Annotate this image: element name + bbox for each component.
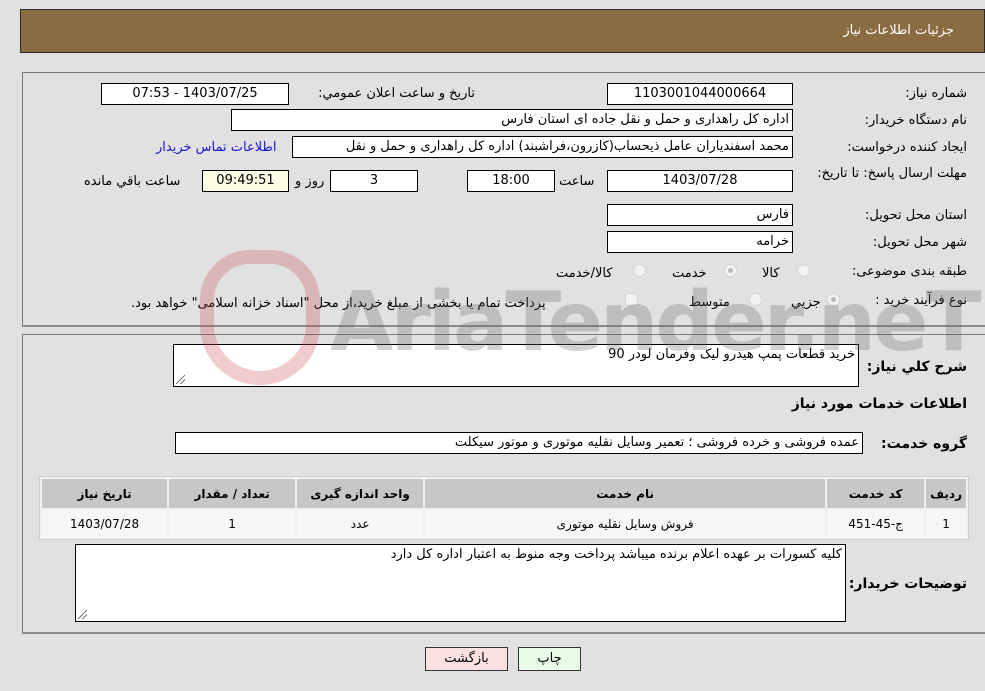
col-header-row-number: رديف: [926, 479, 966, 508]
deadline-time-field: 18:00: [467, 170, 555, 192]
process-radio-medium[interactable]: [749, 293, 762, 306]
days-label: روز و: [295, 174, 325, 189]
cell-row-number: 1: [926, 510, 966, 537]
print-button[interactable]: چاپ: [518, 647, 581, 671]
col-header-quantity: تعداد / مقدار: [169, 479, 296, 508]
category-option-goods-service: کالا/خدمت: [556, 266, 613, 281]
col-header-unit: واحد اندازه گيری: [297, 479, 424, 508]
page-title: جزئيات اطلاعات نياز: [843, 23, 954, 38]
col-header-service-name: نام خدمت: [425, 479, 826, 508]
remaining-time-label: ساعت باقي مانده: [84, 174, 181, 189]
buyer-contact-link[interactable]: اطلاعات تماس خريدار: [156, 140, 276, 155]
service-group-field: عمده فروشی و خرده فروشی ؛ تعمير وسايل نق…: [175, 432, 863, 454]
buyer-org-field: اداره کل راهداری و حمل و نقل جاده ای است…: [231, 109, 793, 131]
resize-grip-icon[interactable]: [176, 375, 185, 384]
description-label: شرح کلي نياز:: [866, 359, 967, 375]
province-label: استان محل تحويل:: [865, 208, 967, 223]
buyer-notes-textarea[interactable]: کليه کسورات بر عهده اعلام برنده ميباشد پ…: [75, 544, 846, 622]
col-header-need-date: تاريخ نياز: [42, 479, 168, 508]
treasury-note: پرداخت تمام يا بخشی از مبلغ خريد،از محل …: [131, 296, 546, 311]
announce-label: تاريخ و ساعت اعلان عمومي:: [318, 86, 475, 101]
buyer-org-label: نام دستگاه خريدار:: [864, 113, 967, 128]
city-field: خرامه: [607, 231, 793, 253]
page-header: جزئيات اطلاعات نياز: [20, 9, 985, 53]
back-button[interactable]: بازگشت: [425, 647, 508, 671]
deadline-label: مهلت ارسال پاسخ: تا تاريخ:: [817, 166, 967, 181]
remaining-time-field: 09:49:51: [202, 170, 289, 192]
city-label: شهر محل تحويل:: [872, 235, 967, 250]
creator-field: محمد اسفندياران عامل ذيحساب(کازرون،فراشب…: [292, 136, 793, 158]
category-radio-service[interactable]: [724, 264, 737, 277]
deadline-time-label: ساعت: [559, 174, 595, 189]
description-textarea[interactable]: خريد قطعات پمپ هيدرو ليک وفرمان لودر 90: [173, 344, 859, 387]
buyer-notes-text: کليه کسورات بر عهده اعلام برنده ميباشد پ…: [390, 547, 842, 562]
creator-label: ايجاد کننده درخواست:: [847, 140, 967, 155]
cell-need-date: 1403/07/28: [42, 510, 168, 537]
resize-grip-icon[interactable]: [78, 610, 87, 619]
table-header-row: رديف کد خدمت نام خدمت واحد اندازه گيری ت…: [42, 479, 966, 508]
process-option-minor: جزيي: [791, 295, 821, 310]
announce-datetime-field: 1403/07/25 - 07:53: [101, 83, 289, 105]
need-number-field: 1103001044000664: [607, 83, 793, 105]
cell-unit: عدد: [297, 510, 424, 537]
cell-service-code: ج-45-451: [827, 510, 925, 537]
category-radio-goods-service[interactable]: [633, 264, 646, 277]
category-option-service: خدمت: [672, 266, 707, 281]
category-option-goods: کالا: [762, 266, 780, 281]
col-header-service-code: کد خدمت: [827, 479, 925, 508]
description-text: خريد قطعات پمپ هيدرو ليک وفرمان لودر 90: [608, 347, 855, 362]
need-number-label: شماره نیاز:: [905, 86, 967, 101]
services-section-title: اطلاعات خدمات مورد نياز: [791, 396, 967, 412]
days-remaining-field: 3: [330, 170, 418, 192]
cell-service-name: فروش وسايل نقليه موتوری: [425, 510, 826, 537]
province-field: فارس: [607, 204, 793, 226]
service-group-label: گروه خدمت:: [881, 436, 967, 452]
process-option-medium: متوسط: [689, 295, 730, 310]
process-radio-minor[interactable]: [827, 293, 840, 306]
cell-quantity: 1: [169, 510, 296, 537]
treasury-checkbox[interactable]: [625, 293, 638, 306]
table-row: 1 ج-45-451 فروش وسايل نقليه موتوری عدد 1…: [42, 510, 966, 537]
process-type-label: نوع فرآيند خريد :: [875, 293, 967, 308]
category-radio-goods[interactable]: [797, 264, 810, 277]
services-table: رديف کد خدمت نام خدمت واحد اندازه گيری ت…: [39, 476, 969, 540]
deadline-date-field: 1403/07/28: [607, 170, 793, 192]
buyer-notes-label: توضيحات خريدار:: [848, 576, 967, 592]
category-label: طبقه بندی موضوعی:: [851, 264, 967, 279]
